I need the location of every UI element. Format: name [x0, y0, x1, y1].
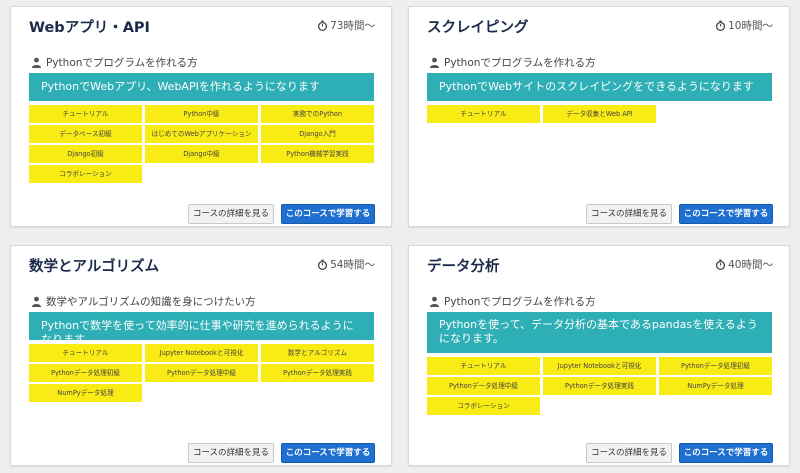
course-chip: Python中級	[145, 105, 258, 123]
course-chip: Pythonデータ処理実践	[261, 364, 374, 382]
course-chip: Jupyter Notebookと可視化	[543, 357, 656, 375]
person-icon	[31, 57, 42, 68]
course-duration: 40時間〜	[715, 257, 773, 272]
course-chip: Python機械学習実践	[261, 145, 374, 163]
course-title: データ分析	[427, 259, 500, 275]
course-chip: Pythonデータ処理実践	[543, 377, 656, 395]
course-chip: データ収集とWeb API	[543, 105, 656, 123]
course-duration: 10時間〜	[715, 18, 773, 33]
course-chip: Pythonデータ処理初級	[29, 364, 142, 382]
course-card-data-analysis: データ分析 40時間〜 Pythonでプログラムを作れる方 Pythonを使って…	[408, 245, 790, 466]
course-chip: NumPyデータ処理	[659, 377, 772, 395]
course-chip: はじめてのWebアプリケーション	[145, 125, 258, 143]
course-title: スクレイピング	[427, 20, 529, 36]
course-goal-banner: Pythonを使って、データ分析の基本であるpandasを使えるようになります。	[427, 312, 772, 353]
course-chip: Django中級	[145, 145, 258, 163]
target-text: 数学やアルゴリズムの知識を身につけたい方	[46, 296, 256, 308]
course-card-web-api: Webアプリ・API 73時間〜 Pythonでプログラムを作れる方 Pytho…	[10, 6, 392, 227]
stopwatch-icon	[318, 259, 328, 270]
person-icon	[429, 57, 440, 68]
course-chip: Pythonデータ処理初級	[659, 357, 772, 375]
target-text: Pythonでプログラムを作れる方	[444, 57, 596, 69]
course-detail-button[interactable]: コースの詳細を見る	[188, 204, 274, 224]
course-contents: チュートリアル Jupyter Notebookと可視化 Pythonデータ処理…	[427, 357, 773, 415]
target-text: Pythonでプログラムを作れる方	[46, 57, 198, 69]
target-audience: 数学やアルゴリズムの知識を身につけたい方	[31, 294, 256, 309]
target-audience: Pythonでプログラムを作れる方	[31, 55, 198, 70]
course-chip: Django初級	[29, 145, 142, 163]
course-chip: コラボレーション	[29, 165, 142, 183]
course-title: Webアプリ・API	[29, 20, 150, 36]
course-chip: チュートリアル	[29, 344, 142, 362]
course-goal-banner: PythonでWebアプリ、WebAPIを作れるようになります	[29, 73, 374, 101]
course-goal-banner: Pythonで数学を使って効率的に仕事や研究を進められるようになります	[29, 312, 374, 346]
stopwatch-icon	[318, 20, 328, 31]
stopwatch-icon	[716, 20, 726, 31]
course-detail-button[interactable]: コースの詳細を見る	[586, 443, 672, 463]
course-chip: Django入門	[261, 125, 374, 143]
course-chip: チュートリアル	[427, 105, 540, 123]
stopwatch-icon	[716, 259, 726, 270]
study-course-button[interactable]: このコースで学習する	[281, 204, 375, 224]
target-audience: Pythonでプログラムを作れる方	[429, 294, 596, 309]
course-contents: チュートリアル Python中級 実務でのPython データベース初級 はじめ…	[29, 105, 375, 183]
course-contents: チュートリアル Jupyter Notebookと可視化 数学とアルゴリズム P…	[29, 344, 375, 402]
course-chip: Pythonデータ処理中級	[427, 377, 540, 395]
course-contents: チュートリアル データ収集とWeb API	[427, 105, 773, 123]
course-chip: Pythonデータ処理中級	[145, 364, 258, 382]
course-detail-button[interactable]: コースの詳細を見る	[586, 204, 672, 224]
target-text: Pythonでプログラムを作れる方	[444, 296, 596, 308]
study-course-button[interactable]: このコースで学習する	[679, 204, 773, 224]
course-card-math-algorithm: 数学とアルゴリズム 54時間〜 数学やアルゴリズムの知識を身につけたい方 Pyt…	[10, 245, 392, 466]
duration-text: 54時間〜	[330, 259, 375, 271]
person-icon	[31, 296, 42, 307]
study-course-button[interactable]: このコースで学習する	[281, 443, 375, 463]
duration-text: 73時間〜	[330, 20, 375, 32]
course-goal-banner: PythonでWebサイトのスクレイピングをできるようになります	[427, 73, 772, 101]
course-detail-button[interactable]: コースの詳細を見る	[188, 443, 274, 463]
study-course-button[interactable]: このコースで学習する	[679, 443, 773, 463]
course-duration: 73時間〜	[317, 18, 375, 33]
duration-text: 10時間〜	[728, 20, 773, 32]
course-title: 数学とアルゴリズム	[29, 259, 160, 275]
course-card-scraping: スクレイピング 10時間〜 Pythonでプログラムを作れる方 PythonでW…	[408, 6, 790, 227]
duration-text: 40時間〜	[728, 259, 773, 271]
course-chip: コラボレーション	[427, 397, 540, 415]
course-chip: 数学とアルゴリズム	[261, 344, 374, 362]
course-chip: チュートリアル	[427, 357, 540, 375]
course-chip: チュートリアル	[29, 105, 142, 123]
course-chip: 実務でのPython	[261, 105, 374, 123]
course-chip: NumPyデータ処理	[29, 384, 142, 402]
target-audience: Pythonでプログラムを作れる方	[429, 55, 596, 70]
course-duration: 54時間〜	[317, 257, 375, 272]
course-chip: Jupyter Notebookと可視化	[145, 344, 258, 362]
person-icon	[429, 296, 440, 307]
course-chip: データベース初級	[29, 125, 142, 143]
